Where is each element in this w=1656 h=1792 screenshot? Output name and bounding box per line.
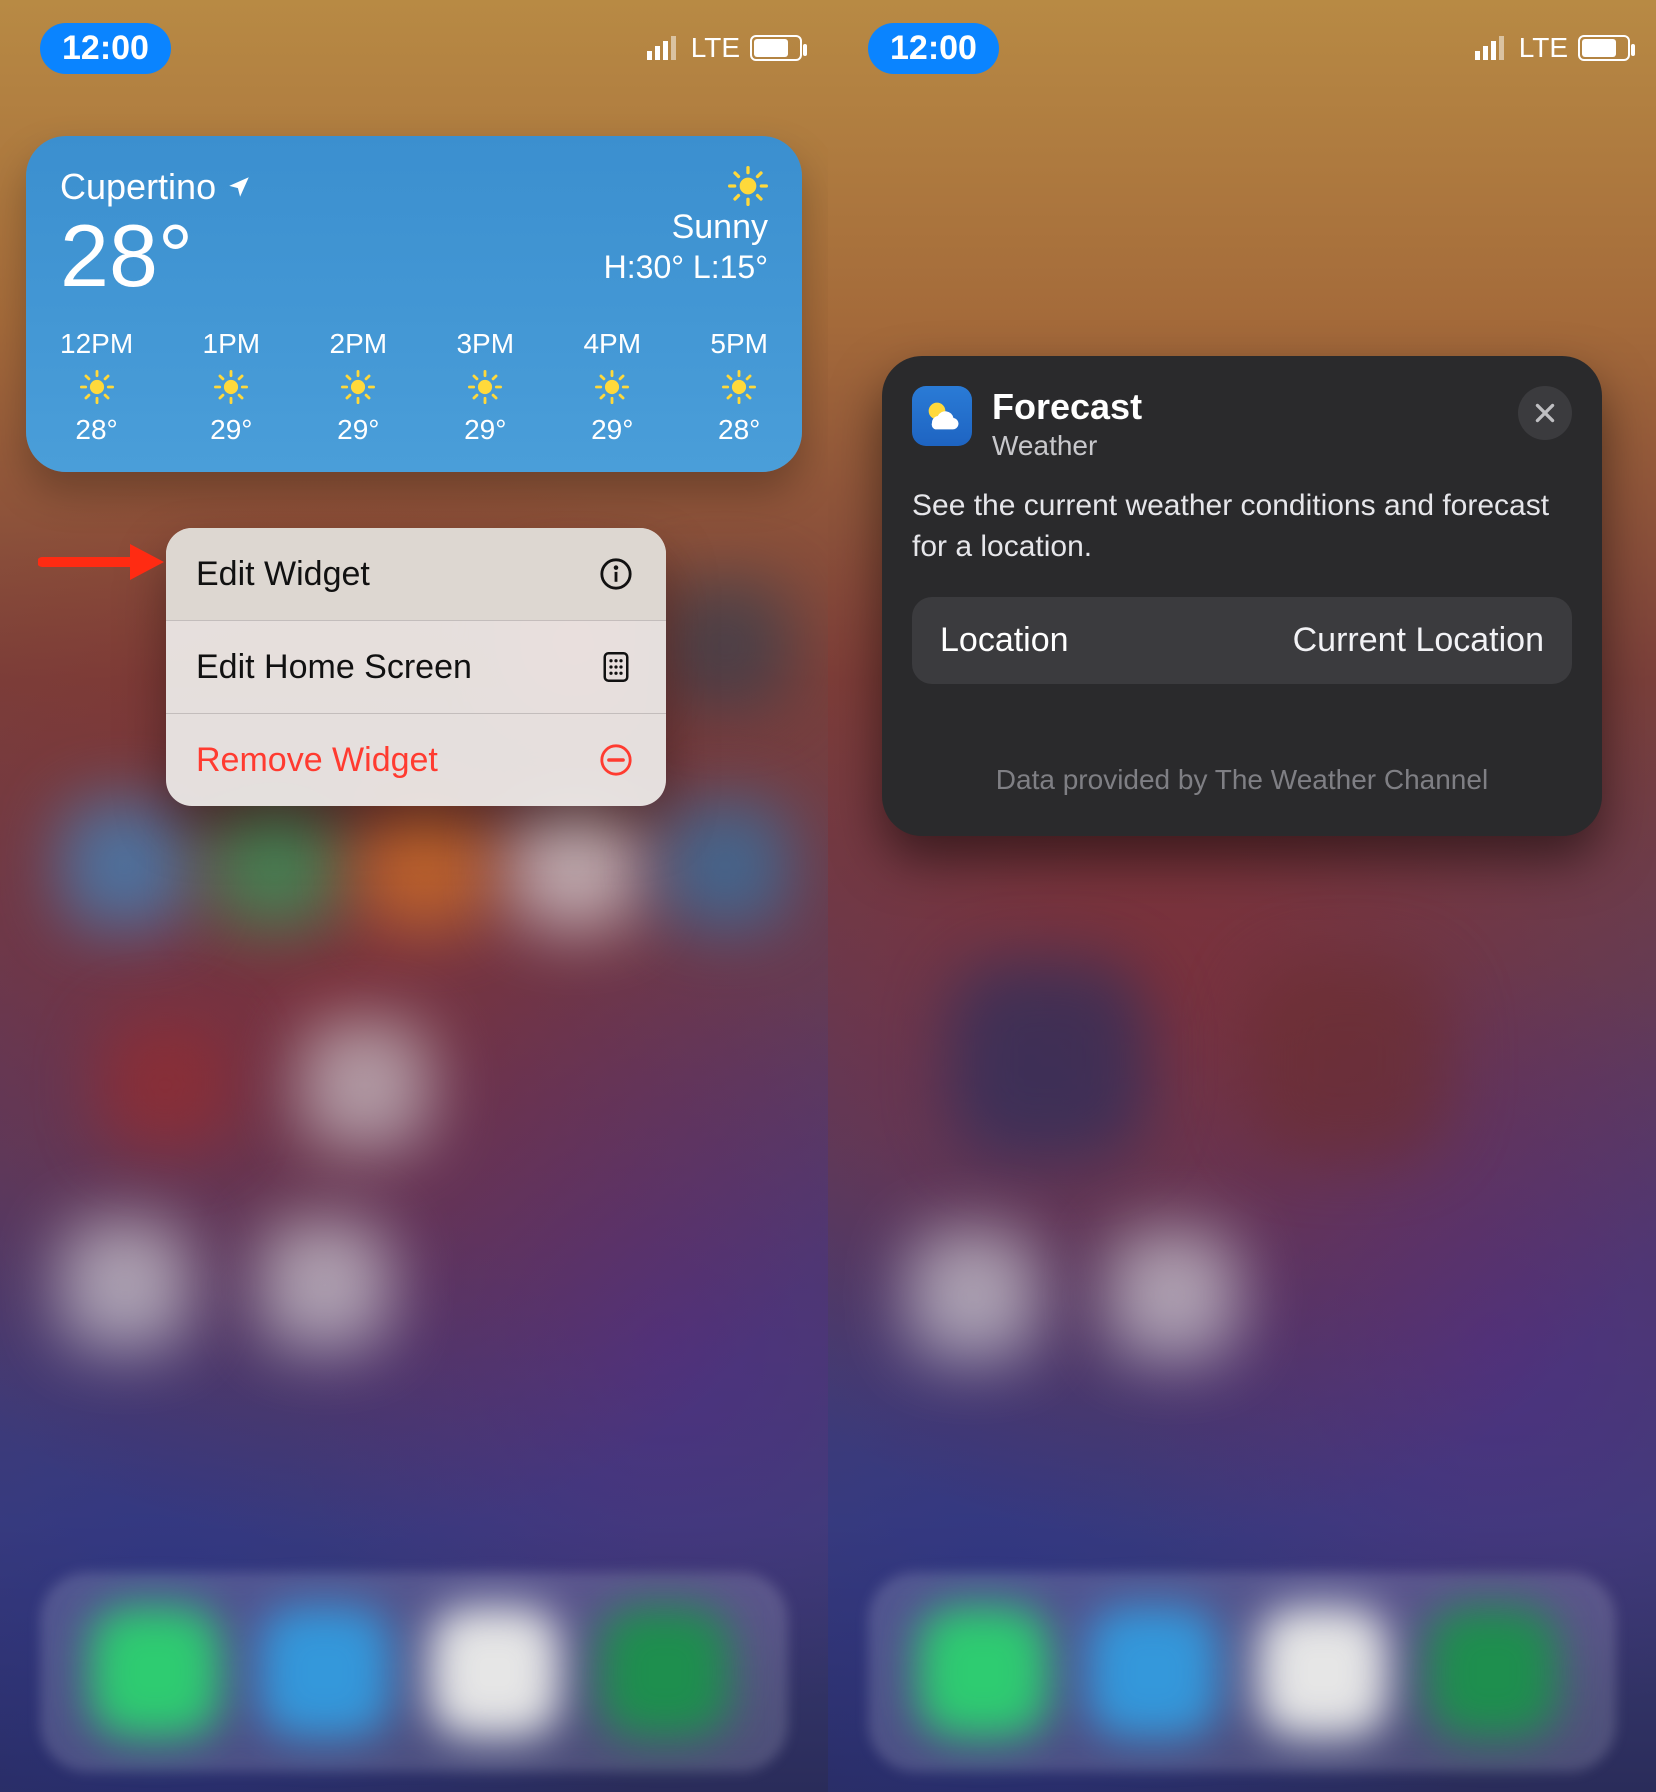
menu-item-edit-widget[interactable]: Edit Widget — [166, 528, 666, 620]
blurred-app-icon — [260, 1220, 390, 1350]
weather-widget[interactable]: Cupertino 28° Sunny H:30° L:15° 12PM 28° — [26, 136, 802, 472]
dock-app-icon — [90, 1607, 220, 1737]
status-bar: 12:00 LTE — [0, 18, 828, 78]
blurred-app-icon — [1108, 1230, 1238, 1360]
hour-label: 3PM — [456, 328, 514, 360]
close-button[interactable] — [1518, 386, 1572, 440]
blurred-app-icon — [60, 1220, 190, 1350]
menu-item-label: Edit Widget — [196, 555, 370, 594]
hour-temp: 29° — [464, 414, 506, 446]
blurred-app-icon — [660, 800, 790, 930]
blurred-app-icon — [510, 800, 640, 930]
blurred-app-icon — [660, 580, 790, 710]
status-time[interactable]: 12:00 — [868, 23, 999, 74]
blurred-app-icon — [908, 1230, 1038, 1360]
widget-high-low: H:30° L:15° — [604, 249, 768, 286]
info-icon — [596, 554, 636, 594]
hour-label: 12PM — [60, 328, 133, 360]
hour-label: 4PM — [583, 328, 641, 360]
menu-item-label: Remove Widget — [196, 741, 438, 780]
menu-item-edit-home-screen[interactable]: Edit Home Screen — [166, 620, 666, 713]
hour-label: 1PM — [203, 328, 261, 360]
blurred-app-icon — [60, 800, 190, 930]
menu-item-remove-widget[interactable]: Remove Widget — [166, 713, 666, 806]
blurred-app-icon — [948, 960, 1148, 1160]
hour-temp: 29° — [337, 414, 379, 446]
widget-hour: 3PM 29° — [456, 328, 514, 446]
menu-item-label: Edit Home Screen — [196, 648, 472, 687]
hour-temp: 29° — [210, 414, 252, 446]
blurred-app-icon — [300, 1020, 430, 1150]
widget-edit-sheet: Forecast Weather See the current weather… — [882, 356, 1602, 836]
sun-icon — [728, 166, 768, 206]
apps-grid-icon — [596, 647, 636, 687]
battery-icon — [750, 35, 802, 61]
minus-circle-icon — [596, 740, 636, 780]
hour-label: 2PM — [330, 328, 388, 360]
dock-app-icon — [1258, 1607, 1388, 1737]
widget-hour: 5PM 28° — [710, 328, 768, 446]
widget-city: Cupertino — [60, 166, 252, 208]
phone-left: 12:00 LTE Cupertino 28° — [0, 0, 828, 1792]
cell-signal-icon — [647, 36, 681, 60]
sun-icon — [341, 370, 375, 404]
widget-temperature: 28° — [60, 212, 252, 300]
dock-app-icon — [430, 1607, 560, 1737]
sun-icon — [468, 370, 502, 404]
widget-hourly-row: 12PM 28° 1PM 29° 2PM 29° 3PM 29° 4PM — [60, 328, 768, 446]
dock-app-icon — [600, 1607, 730, 1737]
location-row-value: Current Location — [1293, 621, 1544, 660]
status-bar: 12:00 LTE — [828, 18, 1656, 78]
widget-city-label: Cupertino — [60, 166, 216, 208]
dock — [868, 1572, 1616, 1772]
blurred-app-icon — [100, 1020, 230, 1150]
widget-hour: 12PM 28° — [60, 328, 133, 446]
status-network-label: LTE — [1519, 32, 1568, 64]
sun-icon — [722, 370, 756, 404]
hour-temp: 28° — [75, 414, 117, 446]
blurred-app-icon — [210, 800, 340, 930]
dock-app-icon — [918, 1607, 1048, 1737]
close-icon — [1532, 400, 1558, 426]
dock-app-icon — [1428, 1607, 1558, 1737]
hour-temp: 28° — [718, 414, 760, 446]
status-network-label: LTE — [691, 32, 740, 64]
widget-condition: Sunny — [672, 208, 768, 247]
widget-hour: 2PM 29° — [330, 328, 388, 446]
phone-right: 12:00 LTE Forecast Weather — [828, 0, 1656, 1792]
sun-icon — [214, 370, 248, 404]
widget-context-menu: Edit Widget Edit Home Screen Remove Widg… — [166, 528, 666, 806]
dock-app-icon — [260, 1607, 390, 1737]
sun-icon — [595, 370, 629, 404]
cell-signal-icon — [1475, 36, 1509, 60]
sheet-description: See the current weather conditions and f… — [912, 486, 1572, 567]
blurred-app-icon — [360, 800, 490, 930]
weather-app-icon — [912, 386, 972, 446]
battery-icon — [1578, 35, 1630, 61]
location-arrow-icon — [226, 174, 252, 200]
status-time[interactable]: 12:00 — [40, 23, 171, 74]
blurred-app-icon — [1248, 960, 1448, 1160]
hour-temp: 29° — [591, 414, 633, 446]
sheet-footer: Data provided by The Weather Channel — [912, 764, 1572, 796]
dock — [40, 1572, 788, 1772]
location-row-label: Location — [940, 621, 1069, 660]
widget-hour: 1PM 29° — [203, 328, 261, 446]
dock-app-icon — [1088, 1607, 1218, 1737]
annotation-arrow-icon — [38, 540, 164, 584]
sheet-title: Forecast — [992, 386, 1498, 428]
location-row[interactable]: Location Current Location — [912, 597, 1572, 684]
sun-icon — [80, 370, 114, 404]
sheet-subtitle: Weather — [992, 430, 1498, 462]
widget-hour: 4PM 29° — [583, 328, 641, 446]
hour-label: 5PM — [710, 328, 768, 360]
